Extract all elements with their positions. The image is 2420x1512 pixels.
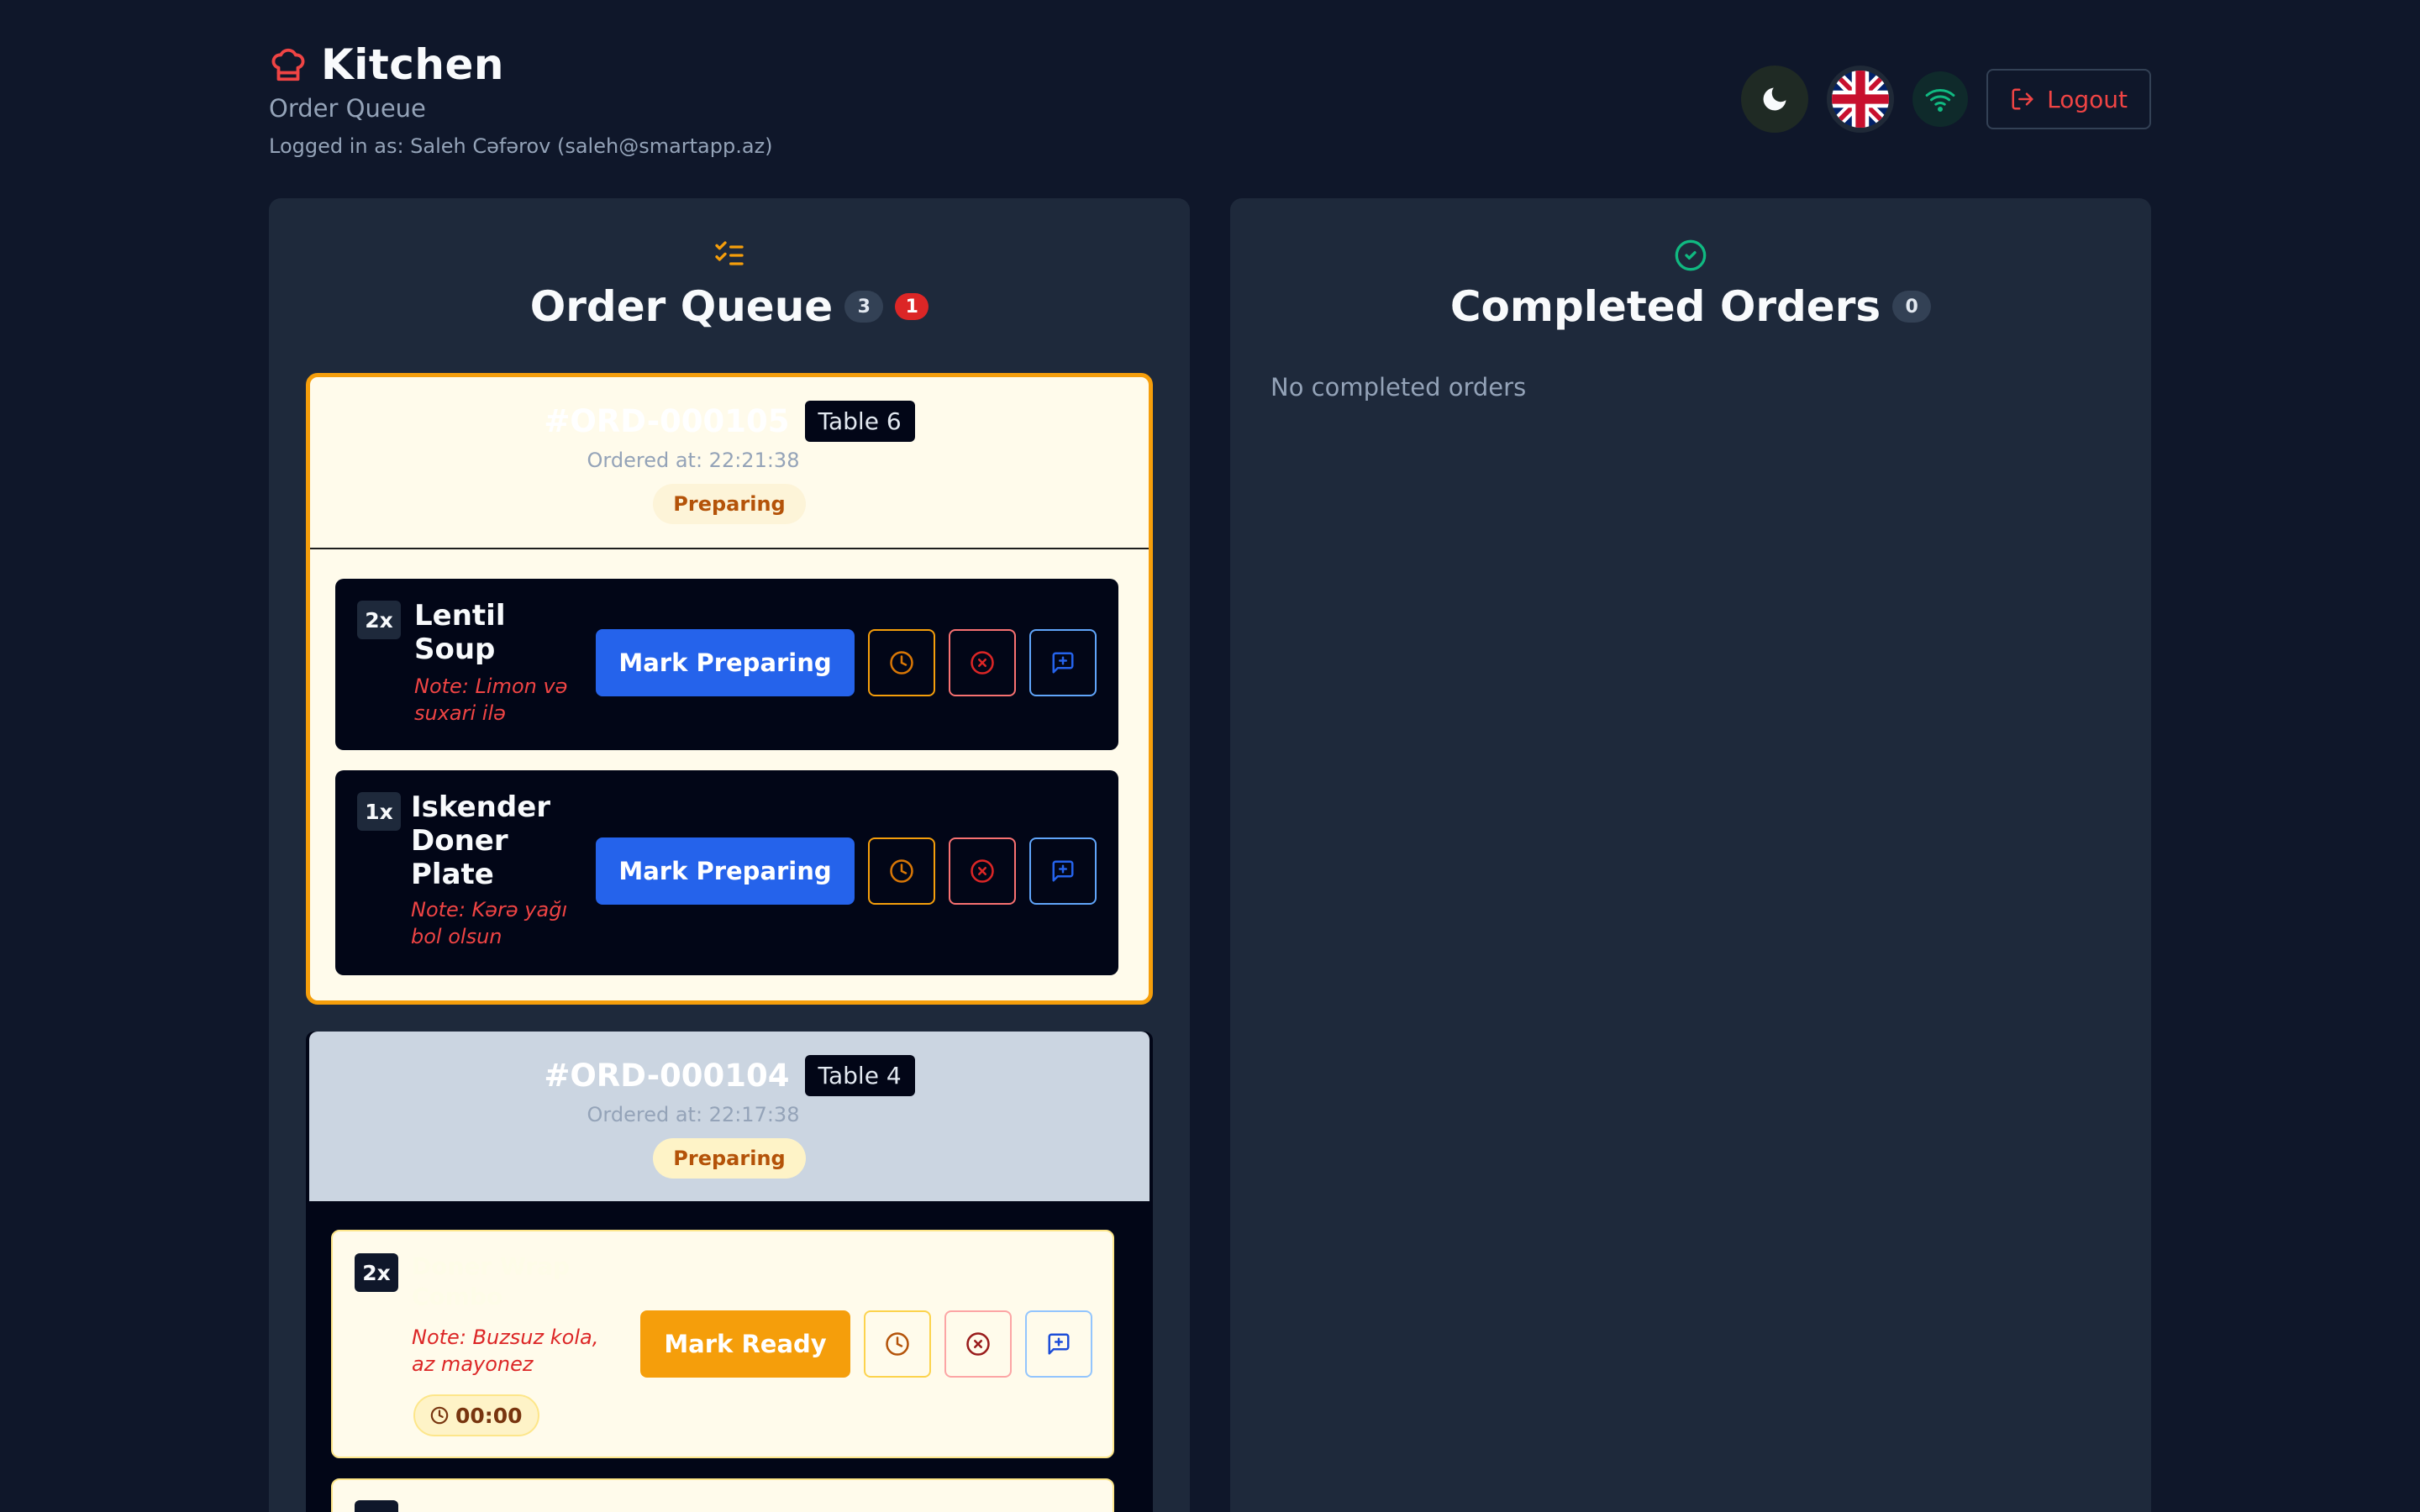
completed-orders-panel: Completed Orders 0 No completed orders bbox=[1230, 198, 2151, 1512]
order-item bbox=[331, 1478, 1114, 1512]
cancel-item-button[interactable] bbox=[944, 1310, 1012, 1378]
add-note-button[interactable] bbox=[1029, 837, 1097, 905]
logout-label: Logout bbox=[2047, 85, 2128, 113]
order-card: #ORD-000105 Table 6 Ordered at: 22:21:38… bbox=[306, 373, 1153, 1005]
order-card: #ORD-000104 Table 4 Ordered at: 22:17:38… bbox=[306, 1032, 1153, 1512]
item-quantity: 2x bbox=[355, 1253, 398, 1292]
clock-icon bbox=[890, 651, 913, 675]
completed-orders-header: Completed Orders 0 bbox=[1230, 198, 2151, 331]
language-button[interactable] bbox=[1827, 66, 1895, 133]
message-plus-icon bbox=[1052, 652, 1074, 674]
cancel-item-button[interactable] bbox=[949, 629, 1016, 696]
empty-state: No completed orders bbox=[1270, 373, 1527, 402]
order-card-header: #ORD-000104 Table 4 Ordered at: 22:17:38… bbox=[309, 1032, 1150, 1201]
x-circle-icon bbox=[971, 651, 994, 675]
clock-icon bbox=[430, 1406, 449, 1425]
item-quantity: 1x bbox=[357, 792, 401, 831]
item-name: Doner Wrap Combo bbox=[412, 1252, 571, 1310]
checklist-icon bbox=[715, 241, 744, 265]
chef-hat-icon bbox=[271, 48, 305, 81]
item-name: Iskender Doner Plate bbox=[411, 790, 551, 891]
order-time: Ordered at: 22:17:38 bbox=[587, 1103, 800, 1126]
table-tag: Table 6 bbox=[804, 401, 915, 442]
delay-button[interactable] bbox=[868, 629, 935, 696]
timer-value: 00:00 bbox=[455, 1403, 523, 1428]
delay-button[interactable] bbox=[864, 1310, 931, 1378]
wifi-icon bbox=[1925, 89, 1955, 112]
check-circle-icon bbox=[1675, 239, 1707, 271]
page-header: Kitchen Order Queue Logged in as: Saleh … bbox=[269, 40, 2151, 166]
delay-button[interactable] bbox=[868, 837, 935, 905]
theme-toggle-button[interactable] bbox=[1741, 66, 1809, 133]
queue-count-badge: 3 bbox=[844, 291, 884, 323]
table-tag: Table 4 bbox=[804, 1055, 915, 1096]
item-note: Note: Kərə yağı bol olsun bbox=[411, 898, 568, 948]
status-badge: Preparing bbox=[653, 484, 806, 524]
order-id: #ORD-000105 bbox=[544, 403, 790, 439]
order-queue-header: Order Queue 3 1 bbox=[269, 198, 1190, 331]
clock-icon bbox=[890, 859, 913, 883]
message-plus-icon bbox=[1048, 1333, 1070, 1355]
cancel-item-button[interactable] bbox=[949, 837, 1016, 905]
mark-preparing-button[interactable]: Mark Preparing bbox=[596, 629, 855, 696]
order-item: 1x Iskender Doner Plate Note: Kərə yağı … bbox=[335, 770, 1118, 975]
order-item: 2x Doner Wrap Combo Note: Buzsuz kola, a… bbox=[331, 1230, 1114, 1458]
app-title: Kitchen bbox=[321, 40, 505, 89]
logout-button[interactable]: Logout bbox=[1986, 69, 2151, 129]
queue-alert-badge: 1 bbox=[895, 293, 929, 320]
logged-in-user: Logged in as: Saleh Cəfərov (saleh@smart… bbox=[269, 134, 773, 158]
mark-preparing-button[interactable]: Mark Preparing bbox=[596, 837, 855, 905]
add-note-button[interactable] bbox=[1025, 1310, 1092, 1378]
status-badge: Preparing bbox=[653, 1138, 806, 1179]
connection-status bbox=[1912, 71, 1969, 127]
order-id: #ORD-000104 bbox=[544, 1058, 790, 1094]
item-note: Note: Buzsuz kola, az mayonez bbox=[412, 1326, 599, 1376]
message-plus-icon bbox=[1052, 860, 1074, 882]
header-actions: Logout bbox=[1741, 66, 2151, 133]
add-note-button[interactable] bbox=[1029, 629, 1097, 696]
item-timer: 00:00 bbox=[413, 1394, 539, 1436]
completed-orders-title: Completed Orders bbox=[1449, 282, 1881, 331]
clock-icon bbox=[886, 1332, 909, 1356]
x-circle-icon bbox=[971, 859, 994, 883]
order-queue-title: Order Queue bbox=[529, 282, 834, 331]
kitchen-app: Kitchen Order Queue Logged in as: Saleh … bbox=[0, 0, 2420, 1512]
item-note: Note: Limon və suxari ilə bbox=[414, 675, 568, 725]
moon-icon bbox=[1763, 87, 1786, 111]
order-item: 2x Lentil Soup Note: Limon və suxari ilə… bbox=[335, 579, 1118, 750]
x-circle-icon bbox=[966, 1332, 990, 1356]
order-queue-panel: Order Queue 3 1 #ORD-000105 Table 6 Orde… bbox=[269, 198, 1190, 1512]
mark-ready-button[interactable]: Mark Ready bbox=[640, 1310, 850, 1378]
completed-count-badge: 0 bbox=[1892, 291, 1932, 323]
order-card-header: #ORD-000105 Table 6 Ordered at: 22:21:38… bbox=[310, 377, 1149, 549]
logout-icon bbox=[2012, 88, 2033, 110]
uk-flag-icon bbox=[1832, 71, 1890, 128]
order-time: Ordered at: 22:21:38 bbox=[587, 449, 800, 472]
item-quantity bbox=[355, 1500, 398, 1512]
item-quantity: 2x bbox=[357, 601, 401, 639]
item-name: Lentil Soup bbox=[414, 599, 506, 666]
